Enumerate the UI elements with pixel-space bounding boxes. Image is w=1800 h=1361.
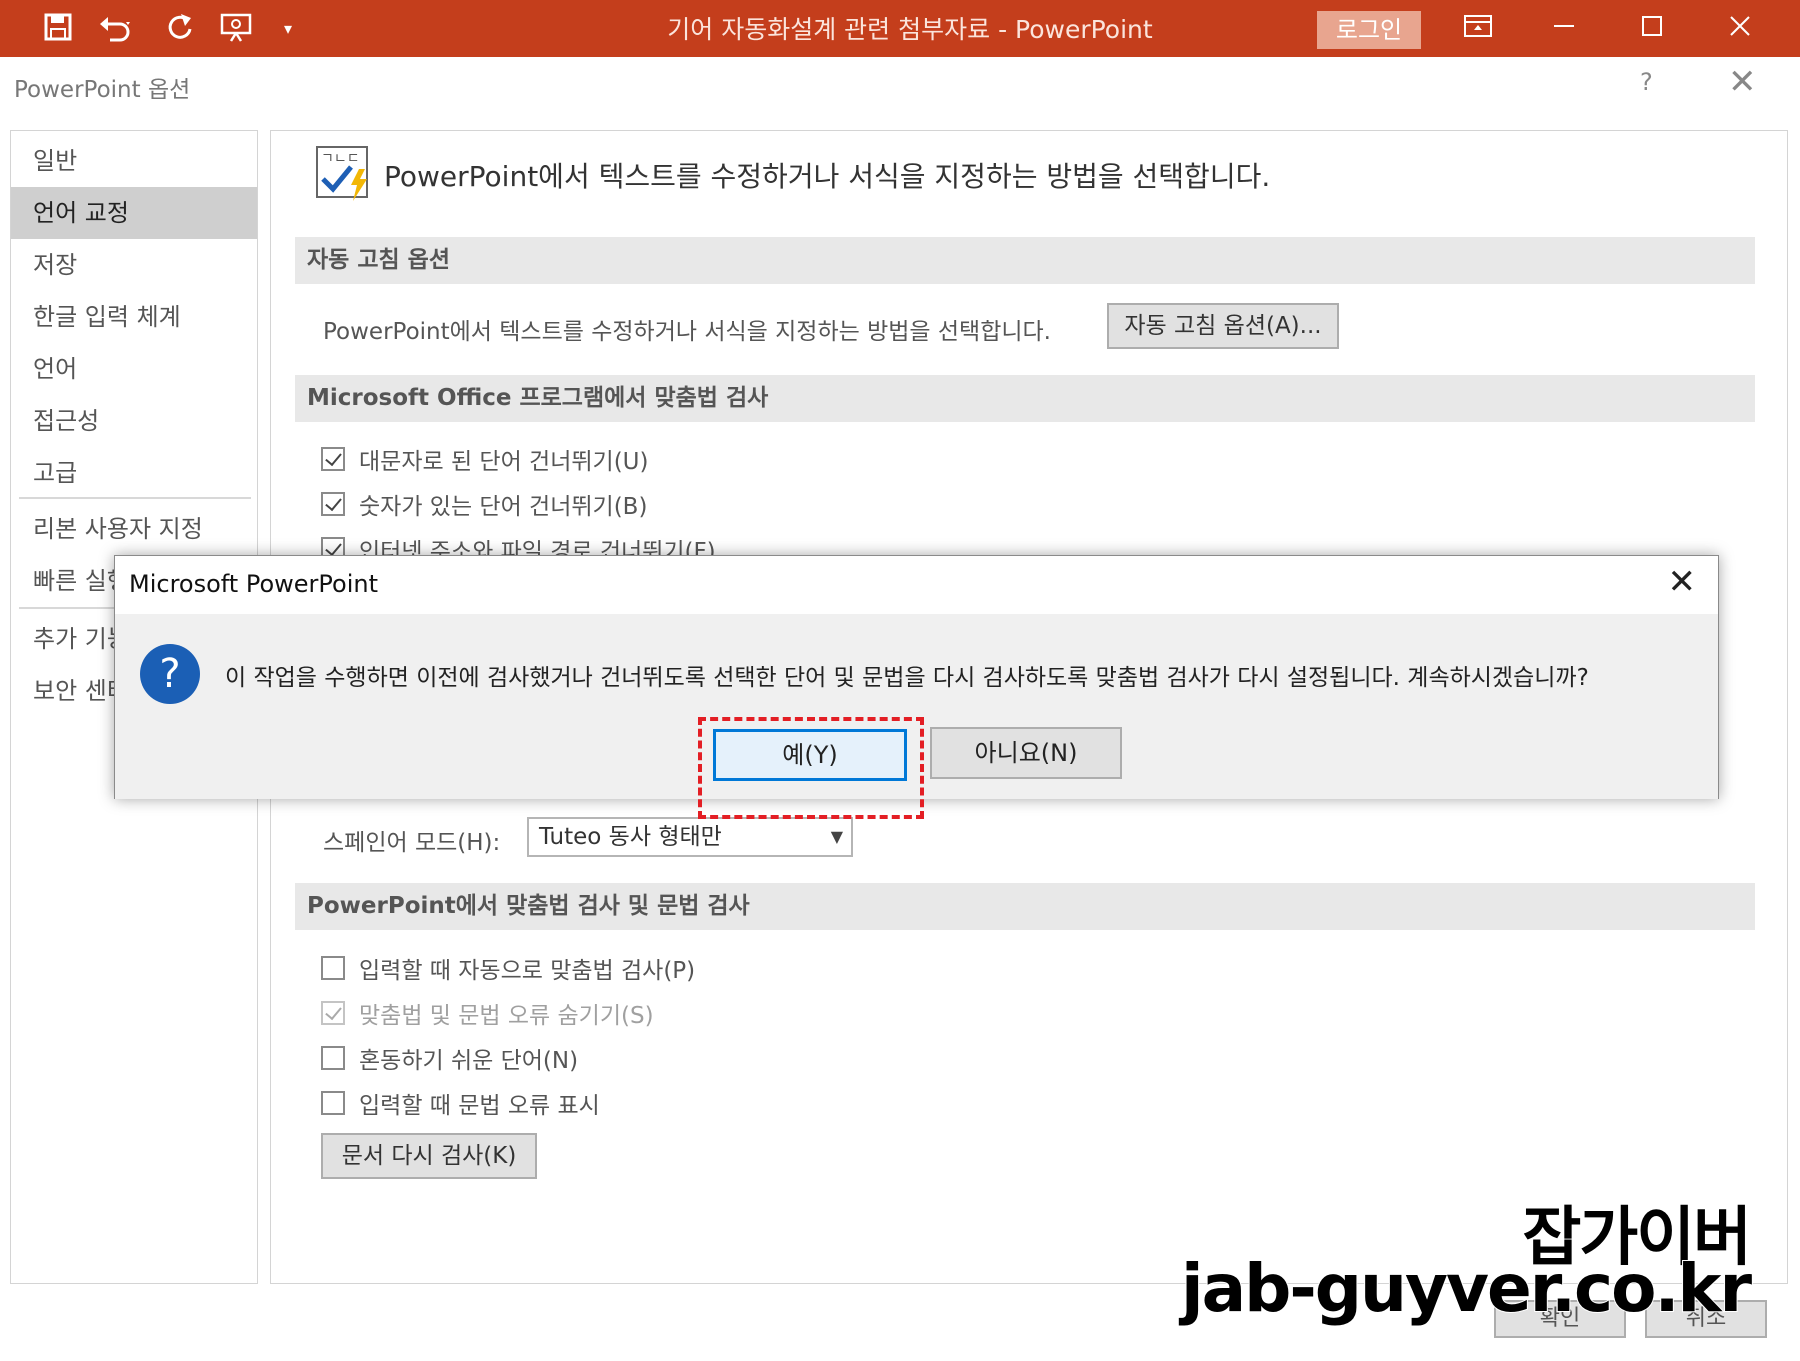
options-close-icon[interactable]: ✕ <box>1728 62 1757 102</box>
minimize-icon[interactable] <box>1534 8 1594 50</box>
autocorrect-description: PowerPoint에서 텍스트를 수정하거나 서식을 지정하는 방법을 선택합… <box>323 319 1051 345</box>
checkbox-box[interactable] <box>321 1091 345 1115</box>
sidebar-divider <box>19 497 251 499</box>
office-spelling-section-title: Microsoft Office 프로그램에서 맞춤법 검사 <box>295 375 1755 422</box>
help-icon[interactable]: ? <box>1640 68 1653 96</box>
maximize-icon[interactable] <box>1622 8 1682 50</box>
checkbox-grammar-as-you-type[interactable]: 입력할 때 문법 오류 표시 <box>321 1086 600 1119</box>
autocorrect-options-button[interactable]: 자동 고침 옵션(A)... <box>1107 303 1339 349</box>
checkbox-ignore-uppercase[interactable]: 대문자로 된 단어 건너뛰기(U) <box>321 442 649 475</box>
checkbox-box <box>321 1001 345 1025</box>
checkbox-label: 숫자가 있는 단어 건너뛰기(B) <box>359 494 648 520</box>
checkbox-box[interactable] <box>321 447 345 471</box>
checkbox-label: 입력할 때 자동으로 맞춤법 검사(P) <box>359 958 696 984</box>
sidebar-item-accessibility[interactable]: 접근성 <box>11 395 257 447</box>
no-button[interactable]: 아니요(N) <box>930 727 1122 779</box>
autocorrect-section-title: 자동 고침 옵션 <box>295 237 1755 284</box>
checkbox-check-spelling-as-you-type[interactable]: 입력할 때 자동으로 맞춤법 검사(P) <box>321 951 696 984</box>
checkbox-box[interactable] <box>321 1046 345 1070</box>
title-bar: ▾ 기어 자동화설계 관련 첨부자료 - PowerPoint 로그인 <box>0 0 1800 57</box>
yes-button[interactable]: 예(Y) <box>713 729 907 781</box>
sidebar-item-language[interactable]: 언어 <box>11 343 257 395</box>
sidebar-item-korean-ime[interactable]: 한글 입력 체계 <box>11 291 257 343</box>
dropdown-arrow-icon: ▼ <box>830 827 843 846</box>
slideshow-icon[interactable] <box>216 12 256 46</box>
spanish-mode-value: Tuteo 동사 형태만 <box>539 824 722 850</box>
checkbox-box[interactable] <box>321 956 345 980</box>
customize-quick-access-icon[interactable]: ▾ <box>276 12 300 46</box>
checkbox-hide-errors: 맞춤법 및 문법 오류 숨기기(S) <box>321 996 654 1029</box>
window-title: 기어 자동화설계 관련 첨부자료 - PowerPoint <box>667 15 1153 44</box>
message-box-close-icon[interactable]: ✕ <box>1668 562 1697 602</box>
svg-text:ㄱㄴㄷ: ㄱㄴㄷ <box>321 151 360 167</box>
proofing-icon: ㄱㄴㄷ <box>315 145 371 203</box>
spanish-mode-label: 스페인어 모드(H): <box>323 830 501 856</box>
confirmation-message-box: Microsoft PowerPoint ✕ ? 이 작업을 수행하면 이전에 … <box>114 555 1719 819</box>
spanish-mode-select[interactable]: Tuteo 동사 형태만 ▼ <box>527 817 853 857</box>
checkbox-label: 입력할 때 문법 오류 표시 <box>359 1093 600 1119</box>
checkbox-label: 혼동하기 쉬운 단어(N) <box>359 1048 579 1074</box>
checkbox-label: 맞춤법 및 문법 오류 숨기기(S) <box>359 1003 654 1029</box>
message-box-title: Microsoft PowerPoint <box>129 570 378 598</box>
ppt-spelling-section-title: PowerPoint에서 맞춤법 검사 및 문법 검사 <box>295 883 1755 930</box>
options-dialog-title: PowerPoint 옵션 <box>14 77 191 103</box>
close-icon[interactable] <box>1710 8 1770 50</box>
login-button[interactable]: 로그인 <box>1317 11 1421 49</box>
sidebar-item-advanced[interactable]: 고급 <box>11 447 257 499</box>
save-icon[interactable] <box>40 12 76 46</box>
sidebar-item-customize-ribbon[interactable]: 리본 사용자 지정 <box>11 503 257 555</box>
message-box-title-bar: Microsoft PowerPoint ✕ <box>115 556 1718 614</box>
recheck-document-button[interactable]: 문서 다시 검사(K) <box>321 1133 537 1179</box>
proofing-header: PowerPoint에서 텍스트를 수정하거나 서식을 지정하는 방법을 선택합… <box>384 160 1271 193</box>
checkbox-ignore-numbers[interactable]: 숫자가 있는 단어 건너뛰기(B) <box>321 487 648 520</box>
checkbox-frequently-confused-words[interactable]: 혼동하기 쉬운 단어(N) <box>321 1041 579 1074</box>
checkbox-label: 대문자로 된 단어 건너뛰기(U) <box>359 449 649 475</box>
undo-icon[interactable] <box>96 12 136 46</box>
watermark-url: jab-guyver.co.kr <box>1180 1249 1753 1328</box>
checkbox-box[interactable] <box>321 492 345 516</box>
sidebar-item-proofing[interactable]: 언어 교정 <box>11 187 257 239</box>
message-text: 이 작업을 수행하면 이전에 검사했거나 건너뛰도록 선택한 단어 및 문법을 … <box>225 665 1589 691</box>
question-icon: ? <box>140 644 200 704</box>
sidebar-item-general[interactable]: 일반 <box>11 135 257 187</box>
ribbon-display-options-icon[interactable] <box>1448 8 1508 50</box>
sidebar-item-save[interactable]: 저장 <box>11 239 257 291</box>
redo-icon[interactable] <box>162 12 198 46</box>
